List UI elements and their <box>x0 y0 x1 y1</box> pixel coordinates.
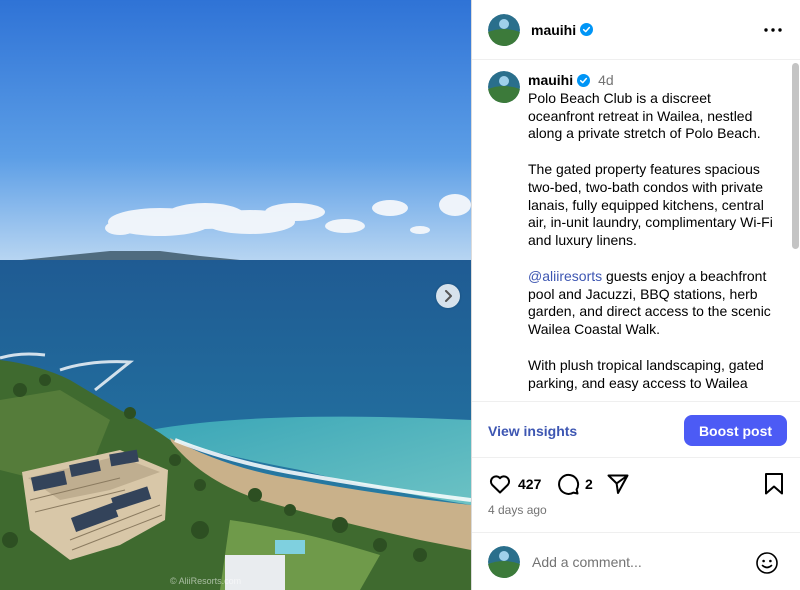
caption-paragraph: @aliiresorts guests enjoy a beachfront p… <box>528 268 780 339</box>
post-photo <box>0 0 471 590</box>
more-options-icon[interactable] <box>763 22 783 38</box>
comment-count[interactable]: 2 <box>585 476 593 492</box>
post-image-carousel[interactable]: © AliiResorts.com <box>0 0 471 590</box>
heart-icon[interactable] <box>488 472 512 496</box>
smiley-icon[interactable] <box>755 551 779 578</box>
comment-bar <box>472 532 800 590</box>
caption-avatar[interactable] <box>488 71 520 103</box>
comment-bubble-icon[interactable] <box>556 472 580 496</box>
caption-text: Polo Beach Club is a discreet oceanfront… <box>528 90 780 393</box>
bookmark-icon[interactable] <box>763 472 785 496</box>
verified-badge-icon <box>580 23 594 36</box>
caption-paragraph: With plush tropical landscaping, gated p… <box>528 356 764 391</box>
post-details-panel: mauihi mauihi 4d Polo Beach Club is a di… <box>471 0 800 590</box>
caption-scroll-area[interactable]: mauihi 4d Polo Beach Club is a discreet … <box>472 61 800 401</box>
scrollbar-thumb[interactable] <box>792 63 799 249</box>
next-image-button[interactable] <box>436 284 460 308</box>
boost-post-button[interactable]: Boost post <box>684 415 787 446</box>
verified-badge-icon <box>577 74 591 88</box>
post-header: mauihi <box>472 0 800 60</box>
current-user-avatar <box>488 546 520 578</box>
post-timestamp[interactable]: 4d <box>598 72 614 90</box>
caption-paragraph: The gated property features spacious two… <box>528 160 773 249</box>
caption-username[interactable]: mauihi <box>528 72 573 90</box>
comment-input[interactable] <box>532 552 742 572</box>
username[interactable]: mauihi <box>531 22 576 38</box>
post-date[interactable]: 4 days ago <box>488 503 547 517</box>
paper-plane-icon[interactable] <box>606 472 630 496</box>
caption: mauihi 4d Polo Beach Club is a discreet … <box>528 72 780 401</box>
action-bar: 427 2 <box>472 468 800 500</box>
avatar[interactable] <box>488 13 520 46</box>
chevron-right-icon <box>445 290 452 302</box>
mention-link[interactable]: @aliiresorts <box>528 268 602 284</box>
like-count[interactable]: 427 <box>518 476 541 492</box>
image-watermark: © AliiResorts.com <box>170 576 242 586</box>
view-insights-link[interactable]: View insights <box>488 423 577 439</box>
insights-bar: View insights Boost post <box>472 401 800 458</box>
caption-paragraph: Polo Beach Club is a discreet oceanfront… <box>528 89 761 142</box>
